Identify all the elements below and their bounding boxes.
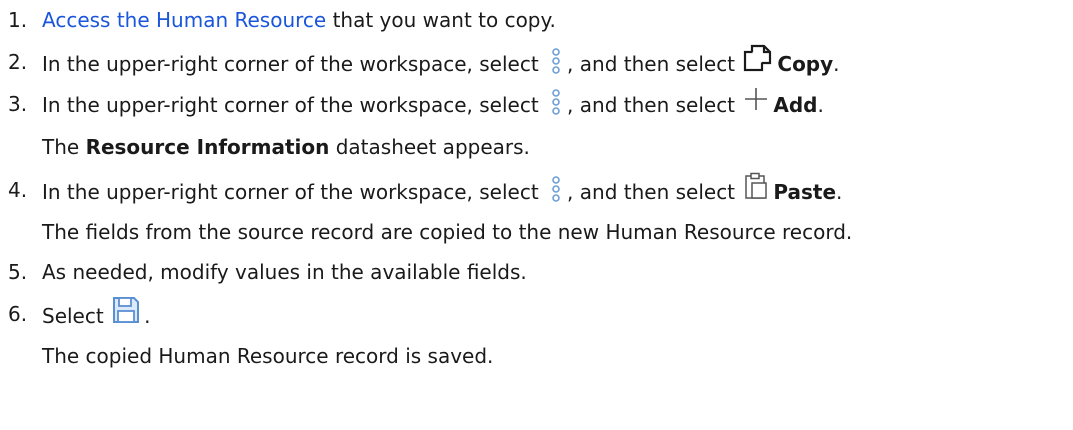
step-2: In the upper-right corner of the workspa…	[42, 44, 840, 83]
resource-information-label: Resource Information	[85, 135, 330, 159]
step-4-text-before: In the upper-right corner of the workspa…	[42, 180, 546, 204]
step-1-number: 1.	[8, 8, 28, 32]
step-3-result-prefix: The	[42, 135, 86, 159]
step-4-result: The fields from the source record are co…	[42, 220, 853, 244]
step-3-text-end: .	[817, 93, 824, 117]
save-icon	[112, 296, 140, 331]
step-6-result: The copied Human Resource record is save…	[42, 344, 494, 368]
step-6-text-before: Select	[42, 304, 111, 328]
more-options-icon	[547, 174, 565, 202]
step-6-number: 6.	[8, 302, 28, 326]
copy-icon	[743, 44, 773, 79]
step-4: In the upper-right corner of the workspa…	[42, 172, 843, 211]
access-human-resource-link[interactable]: Access the Human Resource	[42, 8, 326, 32]
step-4-text-end: .	[836, 180, 843, 204]
more-options-icon	[547, 46, 565, 74]
step-3-number: 3.	[8, 92, 28, 116]
step-2-text-end: .	[833, 52, 840, 76]
add-icon	[743, 86, 769, 119]
step-3-text-middle: , and then select	[567, 93, 742, 117]
step-5-number: 5.	[8, 260, 28, 284]
copy-label: Copy	[777, 52, 834, 76]
step-2-text-before: In the upper-right corner of the workspa…	[42, 52, 546, 76]
step-3-text-before: In the upper-right corner of the workspa…	[42, 93, 546, 117]
step-1-text: that you want to copy.	[326, 8, 556, 32]
step-2-text-middle: , and then select	[567, 52, 742, 76]
step-3-result-suffix: datasheet appears.	[329, 135, 530, 159]
step-6-text-end: .	[144, 304, 151, 328]
more-options-icon	[547, 87, 565, 115]
step-3: In the upper-right corner of the workspa…	[42, 87, 824, 123]
add-label: Add	[773, 93, 818, 117]
paste-icon	[743, 172, 769, 207]
step-6: Select .	[42, 297, 151, 335]
step-4-number: 4.	[8, 178, 28, 202]
step-2-number: 2.	[8, 50, 28, 74]
paste-label: Paste	[773, 180, 837, 204]
step-4-text-middle: , and then select	[567, 180, 742, 204]
step-3-result: The Resource Information datasheet appea…	[42, 133, 530, 161]
step-1: Access the Human Resource that you want …	[42, 6, 556, 34]
step-5-text: As needed, modify values in the availabl…	[42, 260, 527, 284]
